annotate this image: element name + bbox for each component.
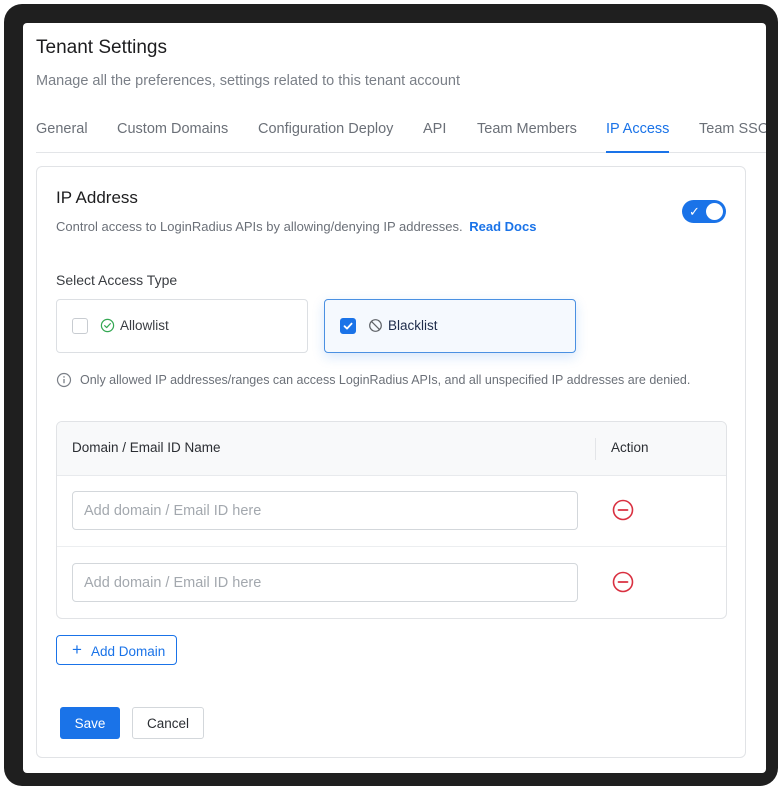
table-header: Domain / Email ID Name Action <box>57 422 726 476</box>
checkmark-icon <box>343 322 353 330</box>
block-icon <box>369 319 382 332</box>
domain-input[interactable] <box>72 563 578 602</box>
column-header-name: Domain / Email ID Name <box>72 440 221 455</box>
column-header-action: Action <box>611 440 649 455</box>
access-info-text: Only allowed IP addresses/ranges can acc… <box>80 373 691 387</box>
allowlist-label: Allowlist <box>120 318 169 333</box>
allowlist-option[interactable]: Allowlist <box>56 299 308 353</box>
section-title: IP Address <box>56 188 138 207</box>
toggle-knob <box>706 203 723 220</box>
cancel-button[interactable]: Cancel <box>132 707 204 739</box>
tab-team-sso[interactable]: Team SSO <box>699 119 766 151</box>
table-row <box>57 475 726 546</box>
section-description-text: Control access to LoginRadius APIs by al… <box>56 219 463 234</box>
toggle-check-icon: ✓ <box>689 204 700 219</box>
plus-icon: + <box>72 640 82 659</box>
add-domain-button[interactable]: + Add Domain <box>56 635 177 665</box>
remove-row-icon[interactable] <box>612 571 634 593</box>
blacklist-label: Blacklist <box>388 318 438 333</box>
section-description: Control access to LoginRadius APIs by al… <box>56 219 536 234</box>
remove-row-icon[interactable] <box>612 499 634 521</box>
ip-access-toggle[interactable]: ✓ <box>682 200 726 223</box>
tab-bar: General Custom Domains Configuration Dep… <box>36 119 766 153</box>
tenant-settings-screen: Tenant Settings Manage all the preferenc… <box>23 23 766 773</box>
access-type-label: Select Access Type <box>56 272 178 288</box>
ip-access-card: IP Address Control access to LoginRadius… <box>36 166 746 758</box>
read-docs-link[interactable]: Read Docs <box>469 219 536 234</box>
tab-ip-access[interactable]: IP Access <box>606 119 670 153</box>
page-subtitle: Manage all the preferences, settings rel… <box>36 73 460 89</box>
tab-configuration-deploy[interactable]: Configuration Deploy <box>258 119 393 151</box>
blacklist-checkbox[interactable] <box>340 318 356 334</box>
tab-team-members[interactable]: Team Members <box>477 119 577 151</box>
save-button[interactable]: Save <box>60 707 120 739</box>
device-frame: Tenant Settings Manage all the preferenc… <box>4 4 778 786</box>
table-row <box>57 546 726 618</box>
domain-input[interactable] <box>72 491 578 530</box>
add-domain-label: Add Domain <box>91 644 166 659</box>
allowlist-checkbox[interactable] <box>72 318 88 334</box>
check-circle-icon <box>100 318 115 333</box>
domain-table: Domain / Email ID Name Action <box>56 421 727 619</box>
page-title: Tenant Settings <box>36 37 167 58</box>
info-icon <box>56 372 72 388</box>
tab-api[interactable]: API <box>423 119 446 151</box>
column-divider <box>595 438 596 460</box>
tab-general[interactable]: General <box>36 119 88 151</box>
blacklist-option[interactable]: Blacklist <box>324 299 576 353</box>
tab-custom-domains[interactable]: Custom Domains <box>117 119 228 151</box>
